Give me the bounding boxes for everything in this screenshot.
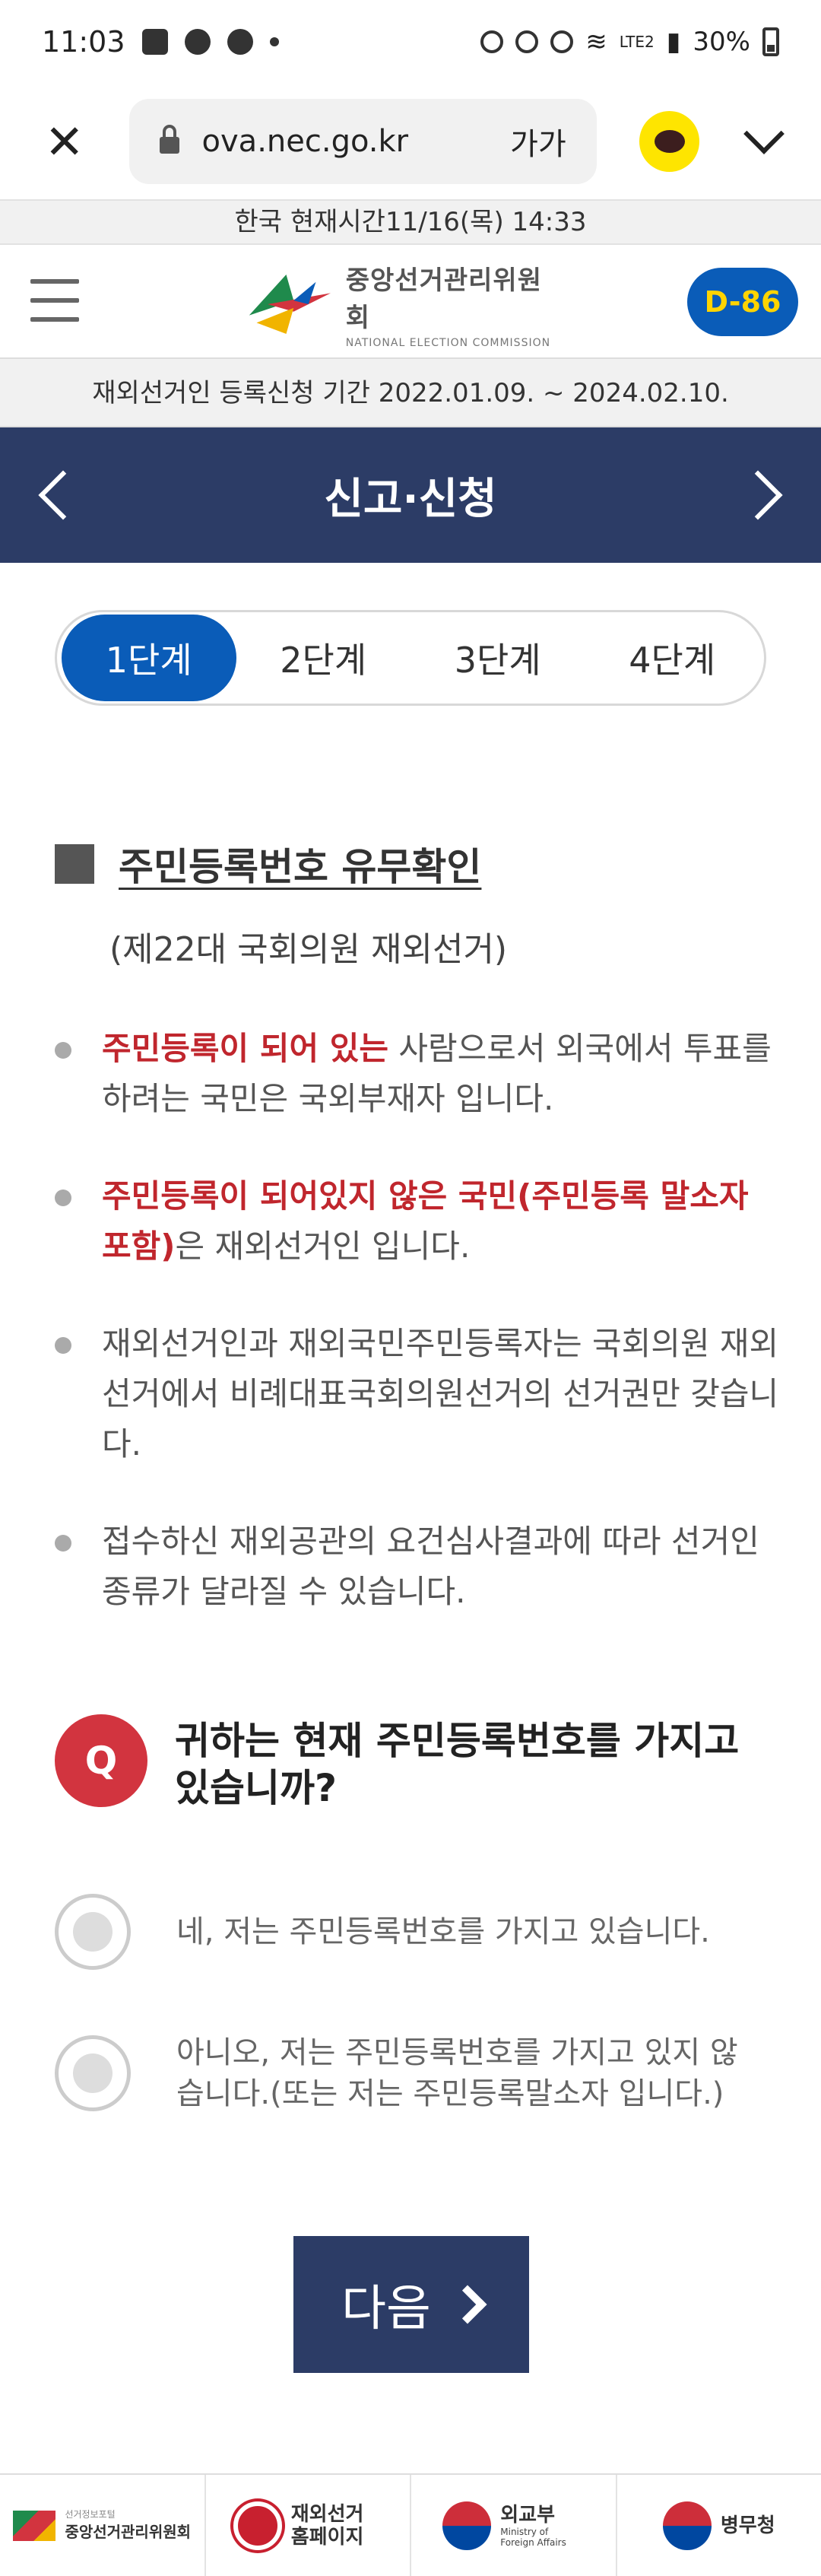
nec-emblem-icon	[249, 275, 331, 334]
alarm-icon	[480, 30, 504, 53]
logo-korean: 중앙선거관리위원회	[345, 265, 542, 333]
list-item: 접수하신 재외공관의 요건심사결과에 따라 선거인 종류가 달라질 수 있습니다…	[55, 1517, 785, 1617]
signal-icon: ▮	[666, 27, 681, 57]
next-button-label: 다음	[341, 2281, 431, 2337]
section-title: 주민등록번호 유무확인	[119, 845, 482, 889]
list-item: 주민등록이 되어있지 않은 국민(주민등록 말소자 포함)은 재외선거인 입니다…	[55, 1171, 785, 1272]
step-4: 4단계	[629, 640, 716, 681]
option-no-label[interactable]: 아니오, 저는 주민등록번호를 가지고 있지 않습니다.(또는 저는 주민등록말…	[176, 2032, 762, 2114]
footer-links: 선거정보포털 중앙선거관리위원회 재외선거 홈페이지 외교부 Ministry …	[0, 2473, 821, 2576]
more-notifications-icon	[269, 37, 279, 46]
step-3: 3단계	[454, 640, 541, 681]
mma-label: 병무청	[720, 2514, 775, 2537]
square-bullet-icon	[55, 844, 94, 884]
nec-label: 중앙선거관리위원회	[65, 2523, 192, 2541]
bullet-text: 접수하신 재외공관의 요건심사결과에 따라 선거인 종류가 달라질 수 있습니다…	[102, 1523, 759, 1610]
address-bar[interactable]: ova.nec.go.kr 가가	[128, 99, 597, 184]
radio-yes[interactable]	[55, 1894, 131, 1970]
footer-link-ova[interactable]: 재외선거 홈페이지	[206, 2475, 411, 2576]
gallery-icon	[141, 29, 168, 55]
next-button[interactable]: 다음	[293, 2236, 529, 2373]
mute-icon	[550, 30, 574, 53]
step-1: 1단계	[62, 615, 236, 701]
status-time: 11:03	[42, 25, 125, 59]
nec-logo[interactable]: 중앙선거관리위원회 NATIONAL ELECTION COMMISSION	[242, 265, 561, 349]
footer-link-mma[interactable]: 병무청	[617, 2475, 821, 2576]
list-item: 주민등록이 되어 있는 사람으로서 외국에서 투표를 하려는 국민은 국외부재자…	[55, 1024, 785, 1124]
close-icon[interactable]: ✕	[30, 107, 99, 176]
section-subtitle: (제22대 국회의원 재외선거)	[109, 930, 508, 969]
korea-time-bar: 한국 현재시간11/16(목) 14:33	[0, 199, 821, 245]
nec-emblem-icon	[13, 2510, 56, 2541]
section-heading: 주민등록번호 유무확인	[55, 837, 481, 891]
talk-notification-icon	[184, 29, 211, 55]
option-yes[interactable]: 네, 저는 주민등록번호를 가지고 있습니다.	[55, 1894, 762, 1970]
b-app-icon	[227, 29, 253, 55]
network-label: LTE2	[619, 33, 655, 51]
taegeuk-icon	[662, 2501, 712, 2550]
option-yes-label[interactable]: 네, 저는 주민등록번호를 가지고 있습니다.	[176, 1911, 710, 1952]
bullet-text: 은 재외선거인 입니다.	[175, 1228, 471, 1265]
bullet-text: 재외선거인과 재외국민주민등록자는 국회의원 재외선거에서 비례대표국회의원선거…	[102, 1325, 779, 1463]
url-text: ova.nec.go.kr	[201, 124, 409, 159]
wifi-icon: ≋	[585, 27, 607, 57]
bluetooth-icon	[515, 30, 539, 53]
question-text: 귀하는 현재 주민등록번호를 가지고 있습니까?	[175, 1719, 740, 1810]
question-badge: Q	[55, 1714, 147, 1807]
info-list: 주민등록이 되어 있는 사람으로서 외국에서 투표를 하려는 국민은 국외부재자…	[55, 1024, 785, 1664]
chevron-right-icon	[448, 2285, 487, 2324]
site-header: 중앙선거관리위원회 NATIONAL ELECTION COMMISSION D…	[0, 245, 821, 359]
page-title: 신고·신청	[324, 474, 497, 524]
option-no[interactable]: 아니오, 저는 주민등록번호를 가지고 있지 않습니다.(또는 저는 주민등록말…	[55, 2032, 762, 2114]
footer-link-nec[interactable]: 선거정보포털 중앙선거관리위원회	[0, 2475, 206, 2576]
step-2: 2단계	[280, 640, 367, 681]
menu-icon[interactable]	[30, 279, 79, 322]
battery-icon	[762, 27, 779, 56]
page-title-bar: 신고·신청	[0, 427, 821, 563]
chevron-down-icon[interactable]	[737, 113, 791, 168]
battery-percent: 30%	[693, 27, 750, 57]
ova-emblem-icon	[233, 2501, 282, 2550]
footer-link-mofa[interactable]: 외교부 Ministry of Foreign Affairs	[411, 2475, 617, 2576]
question-block: Q 귀하는 현재 주민등록번호를 가지고 있습니까?	[55, 1714, 785, 1812]
taegeuk-icon	[442, 2501, 492, 2550]
kakaotalk-icon[interactable]	[639, 111, 700, 172]
list-item: 재외선거인과 재외국민주민등록자는 국회의원 재외선거에서 비례대표국회의원선거…	[55, 1319, 785, 1469]
mofa-english-label: Ministry of Foreign Affairs	[500, 2526, 566, 2548]
logo-english: NATIONAL ELECTION COMMISSION	[345, 337, 551, 349]
ova-label: 재외선거 홈페이지	[290, 2502, 364, 2549]
browser-toolbar: ✕ ova.nec.go.kr 가가	[0, 84, 821, 199]
text-size-button[interactable]: 가가	[510, 119, 566, 164]
step-indicator: 1단계 2단계 3단계 4단계	[55, 610, 766, 706]
registration-period-notice: 재외선거인 등록신청 기간 2022.01.09. ~ 2024.02.10.	[0, 359, 821, 427]
prev-arrow-icon[interactable]	[38, 470, 88, 520]
lock-icon	[159, 125, 179, 154]
next-arrow-icon[interactable]	[733, 470, 783, 520]
radio-no[interactable]	[55, 2035, 131, 2111]
nec-portal-label: 선거정보포털	[65, 2509, 116, 2520]
dday-badge[interactable]: D-86	[687, 268, 798, 336]
mofa-label: 외교부	[500, 2503, 556, 2527]
status-bar: 11:03 ≋ LTE2 ▮ 30%	[0, 0, 821, 84]
bullet-highlight: 주민등록이 되어 있는	[102, 1030, 389, 1067]
